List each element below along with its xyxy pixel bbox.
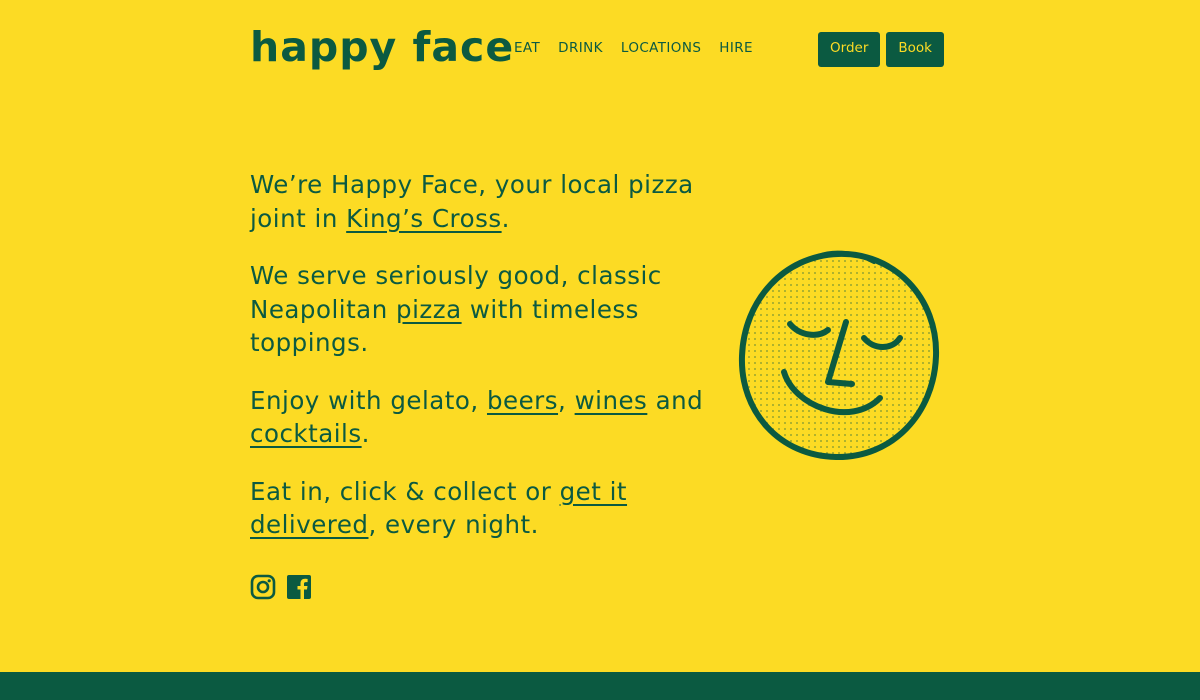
nav-locations[interactable]: LOCATIONS — [621, 39, 701, 57]
cocktails-link[interactable]: cocktails — [250, 419, 362, 448]
header-actions: Order Book — [818, 32, 944, 67]
smiley-face-illustration — [734, 246, 944, 470]
order-button[interactable]: Order — [818, 32, 881, 67]
intro-paragraph-3: Enjoy with gelato, beers, wines and cock… — [250, 384, 720, 451]
intro-paragraph-2: We serve seriously good, classic Neapoli… — [250, 259, 720, 360]
nav-drink[interactable]: DRINK — [558, 39, 603, 57]
intro-text: Eat in, click — [250, 476, 406, 506]
logo[interactable]: happy face — [250, 22, 514, 72]
beers-link[interactable]: beers — [487, 386, 558, 415]
social-links — [250, 574, 312, 600]
nav-eat[interactable]: EAT — [514, 39, 540, 57]
wines-link[interactable]: wines — [575, 386, 648, 415]
intro-text: , every night. — [368, 510, 539, 539]
pizza-link[interactable]: pizza — [396, 295, 462, 324]
footer-bar — [0, 672, 1200, 700]
intro-text: . — [361, 419, 370, 448]
intro-text: collect or — [424, 476, 560, 506]
intro-text: Enjoy with gelato, — [250, 385, 487, 415]
main-nav: EAT DRINK LOCATIONS HIRE — [514, 39, 753, 57]
intro-text: and — [647, 385, 704, 415]
book-button[interactable]: Book — [886, 32, 944, 67]
ampersand: & — [405, 476, 425, 506]
nav-hire[interactable]: HIRE — [719, 39, 753, 57]
instagram-icon[interactable] — [250, 574, 276, 600]
intro-text: . — [501, 203, 510, 233]
kings-cross-link[interactable]: King’s Cross — [346, 204, 501, 233]
facebook-icon[interactable] — [286, 574, 312, 600]
intro-copy: We’re Happy Face, your local pizza joint… — [250, 168, 720, 566]
intro-paragraph-1: We’re Happy Face, your local pizza joint… — [250, 168, 720, 235]
intro-text: , — [558, 385, 575, 415]
intro-paragraph-4: Eat in, click & collect or get it delive… — [250, 475, 720, 542]
